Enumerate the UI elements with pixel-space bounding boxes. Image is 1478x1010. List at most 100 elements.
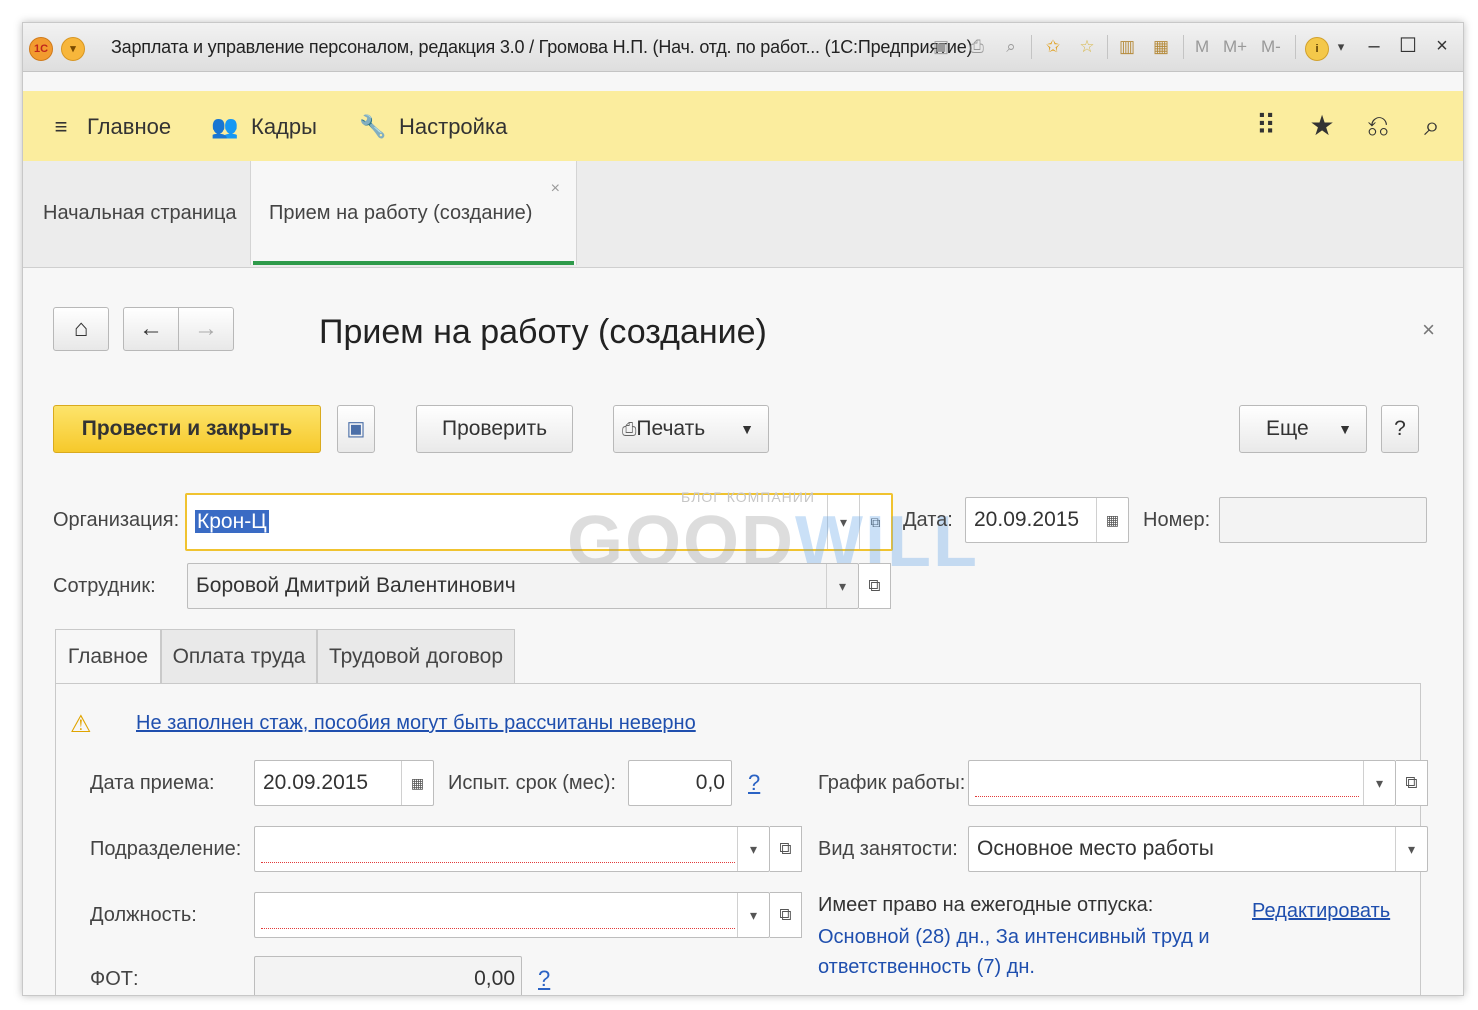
wrench-icon: 🔧 (359, 114, 387, 139)
chevron-down-icon[interactable]: ▾ (1363, 761, 1395, 805)
check-button[interactable]: Проверить (416, 405, 573, 453)
probation-help-link[interactable]: ? (748, 770, 760, 796)
apps-grid-icon[interactable]: ⠿ (1249, 109, 1283, 143)
hamburger-menu-icon: ≡ (54, 114, 68, 139)
employee-value: Боровой Дмитрий Валентинович (196, 574, 516, 597)
department-label: Подразделение: (90, 838, 242, 860)
tab-home-page[interactable]: Начальная страница (23, 161, 251, 265)
vacation-detail-line2: ответственность (7) дн. (818, 956, 1035, 978)
search-icon[interactable]: ⌕ (1415, 109, 1449, 143)
chevron-down-icon[interactable]: ▾ (737, 827, 769, 871)
memory-plus-icon[interactable]: M+ (1223, 37, 1247, 57)
section-personnel[interactable]: 👥 Кадры (211, 113, 317, 141)
fot-value: 0,00 (474, 967, 515, 990)
tab-main[interactable]: Главное (55, 629, 161, 687)
position-label: Должность: (90, 904, 197, 926)
maximize-button[interactable]: ☐ (1395, 33, 1421, 59)
people-icon: 👥 (211, 114, 239, 139)
chevron-down-icon[interactable]: ▾ (827, 495, 859, 549)
history-icon[interactable]: ⎌ (1361, 109, 1395, 143)
employment-type-label: Вид занятости: (818, 838, 958, 860)
hire-date-field[interactable]: 20.09.2015 ▦ (254, 760, 434, 806)
main-menu-icon[interactable]: ▾ (61, 37, 85, 61)
open-icon[interactable]: ⧉ (859, 495, 891, 549)
open-windows-bar: Начальная страница Прием на работу (созд… (23, 161, 1463, 268)
add-favorite-icon[interactable]: ☆ (1075, 35, 1099, 59)
vacation-label: Имеет право на ежегодные отпуска: (818, 894, 1154, 916)
preview-icon[interactable]: ⌕ (999, 35, 1023, 59)
forward-button[interactable]: → (178, 307, 234, 351)
fot-field[interactable]: 0,00 (254, 956, 522, 995)
chevron-down-icon: ▼ (740, 421, 754, 437)
department-field[interactable]: ▾ (254, 826, 770, 872)
tab-panel-main: ⚠ Не заполнен стаж, пособия могут быть р… (55, 683, 1428, 995)
toolbar-separator (1183, 35, 1184, 59)
save-disk-icon: ▣ (346, 418, 366, 440)
favorites-icon[interactable]: ✩ (1041, 35, 1065, 59)
hire-date-value: 20.09.2015 (263, 771, 369, 794)
section-personnel-label: Кадры (251, 114, 317, 139)
section-main[interactable]: ≡ Главное (47, 113, 171, 141)
schedule-field[interactable]: ▾ (968, 760, 1396, 806)
tab-hire-creation[interactable]: Прием на работу (создание) × (251, 161, 577, 265)
employment-type-field[interactable]: Основное место работы ▾ (968, 826, 1428, 872)
section-settings[interactable]: 🔧 Настройка (359, 113, 507, 141)
organization-value: Крон-Ц (195, 510, 269, 533)
employee-field[interactable]: Боровой Дмитрий Валентинович ▾ (187, 563, 859, 609)
form-close-icon[interactable]: × (1422, 317, 1435, 343)
required-underline (261, 862, 735, 863)
chevron-down-icon[interactable]: ▾ (826, 564, 858, 608)
info-icon[interactable]: i (1305, 37, 1329, 61)
app-logo-icon[interactable]: 1С (29, 37, 53, 61)
open-icon[interactable]: ⧉ (859, 563, 891, 609)
memory-minus-icon[interactable]: M- (1261, 37, 1281, 57)
open-icon[interactable]: ⧉ (770, 826, 802, 872)
print-icon[interactable]: ⎙ (965, 35, 989, 59)
help-button[interactable]: ? (1381, 405, 1419, 453)
print-button-label: Печать (636, 417, 706, 440)
employee-label: Сотрудник: (53, 575, 156, 597)
active-tab-indicator (253, 261, 574, 265)
tab-contract[interactable]: Трудовой договор (317, 629, 515, 685)
date-label: Дата: (903, 509, 953, 531)
toolbar-separator (1107, 35, 1108, 59)
save-disk-icon[interactable]: ▣ (929, 35, 953, 59)
chevron-down-icon: ▼ (1338, 421, 1352, 437)
calculator-icon[interactable]: ▥ (1115, 35, 1139, 59)
required-underline (975, 796, 1359, 797)
calendar-icon[interactable]: ▦ (1096, 498, 1128, 542)
open-icon[interactable]: ⧉ (1396, 760, 1428, 806)
print-button[interactable]: ⎙Печать ▼ (613, 405, 769, 453)
tab-close-icon[interactable]: × (551, 161, 560, 217)
chevron-down-icon[interactable]: ▾ (1395, 827, 1427, 871)
back-button[interactable]: ← (123, 307, 179, 351)
star-icon[interactable]: ★ (1305, 109, 1339, 143)
number-field[interactable] (1219, 497, 1427, 543)
warning-link[interactable]: Не заполнен стаж, пособия могут быть рас… (136, 712, 696, 735)
save-button[interactable]: ▣ (337, 405, 375, 453)
tab-payment[interactable]: Оплата труда (161, 629, 317, 685)
minimize-button[interactable]: – (1361, 33, 1387, 59)
organization-field[interactable]: Крон-Ц ▾ ⧉ (185, 493, 893, 551)
window-title: Зарплата и управление персоналом, редакц… (111, 37, 973, 57)
organization-label: Организация: (53, 509, 180, 531)
position-field[interactable]: ▾ (254, 892, 770, 938)
edit-vacation-link[interactable]: Редактировать (1252, 900, 1390, 923)
post-and-close-button[interactable]: Провести и закрыть (53, 405, 321, 453)
fot-help-link[interactable]: ? (538, 966, 550, 992)
open-icon[interactable]: ⧉ (770, 892, 802, 938)
probation-field[interactable]: 0,0 (628, 760, 732, 806)
more-button[interactable]: Еще ▼ (1239, 405, 1367, 453)
calendar-icon[interactable]: ▦ (1149, 35, 1173, 59)
home-button[interactable]: ⌂ (53, 307, 109, 351)
chevron-down-icon[interactable]: ▾ (737, 893, 769, 937)
menu-arrow-icon[interactable]: ▾ (1329, 35, 1353, 59)
close-window-button[interactable]: × (1429, 33, 1455, 59)
vacation-detail-line1: Основной (28) дн., За интенсивный труд и (818, 926, 1210, 948)
app-window: 1С ▾ Зарплата и управление персоналом, р… (22, 22, 1464, 996)
more-button-label: Еще (1266, 417, 1309, 440)
memory-icon[interactable]: M (1195, 37, 1209, 57)
warning-icon: ⚠ (70, 711, 92, 738)
date-field[interactable]: 20.09.2015 ▦ (965, 497, 1129, 543)
calendar-icon[interactable]: ▦ (401, 761, 433, 805)
